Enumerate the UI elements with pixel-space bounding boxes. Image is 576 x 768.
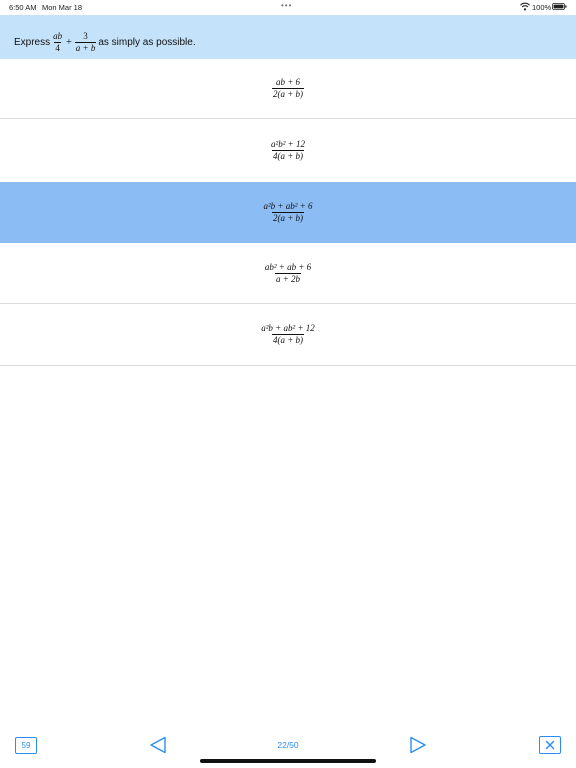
choice-denominator: 2(a + b)	[271, 212, 305, 223]
next-arrow-icon[interactable]	[409, 736, 427, 754]
status-time: 6:50 AM	[9, 3, 37, 12]
question-fraction-2: 3 a + b	[74, 31, 97, 53]
previous-arrow-icon[interactable]	[149, 736, 167, 754]
battery-percentage: 100%	[532, 3, 552, 12]
choice-denominator: 4(a + b)	[271, 334, 305, 345]
plus-sign: +	[66, 37, 72, 48]
close-button[interactable]	[539, 736, 561, 754]
answer-choice-2[interactable]: a²b² + 12 4(a + b)	[0, 119, 576, 181]
question-prefix: Express	[14, 37, 51, 48]
question-suffix: as simply as possible.	[98, 37, 196, 48]
page-counter: 22/50	[277, 740, 299, 750]
close-icon	[545, 740, 555, 750]
battery-icon	[552, 3, 567, 10]
choice-numerator: ab² + ab + 6	[264, 261, 312, 272]
question-number: 59	[21, 741, 31, 750]
wifi-icon	[520, 2, 530, 11]
answer-choice-3[interactable]: a²b + ab² + 6 2(a + b)	[0, 182, 576, 243]
choice-denominator: 4(a + b)	[271, 149, 305, 161]
multitasking-dots[interactable]: •••	[281, 1, 292, 10]
question-fraction-1: ab 4	[53, 31, 63, 53]
question-text: Express ab 4 + 3 a + b as simply as poss…	[14, 32, 196, 53]
home-indicator[interactable]	[200, 759, 376, 763]
choice-numerator: a²b² + 12	[271, 138, 305, 149]
divider	[0, 365, 576, 366]
answer-choice-5[interactable]: a²b + ab² + 12 4(a + b)	[0, 304, 576, 365]
question-banner: Express ab 4 + 3 a + b as simply as poss…	[0, 15, 576, 59]
choice-numerator: a²b + ab² + 12	[261, 323, 315, 333]
choice-denominator: 2(a + b)	[271, 88, 305, 99]
choice-numerator: ab + 6	[275, 77, 301, 87]
choice-numerator: a²b + ab² + 6	[263, 201, 313, 211]
status-bar: 6:50 AM Mon Mar 18 ••• 100%	[0, 0, 576, 14]
choice-denominator: a + 2b	[274, 272, 302, 284]
status-date: Mon Mar 18	[42, 3, 83, 12]
question-number-button[interactable]: 59	[15, 737, 37, 754]
answer-choice-4[interactable]: ab² + ab + 6 a + 2b	[0, 243, 576, 303]
answer-choice-1[interactable]: ab + 6 2(a + b)	[0, 59, 576, 118]
